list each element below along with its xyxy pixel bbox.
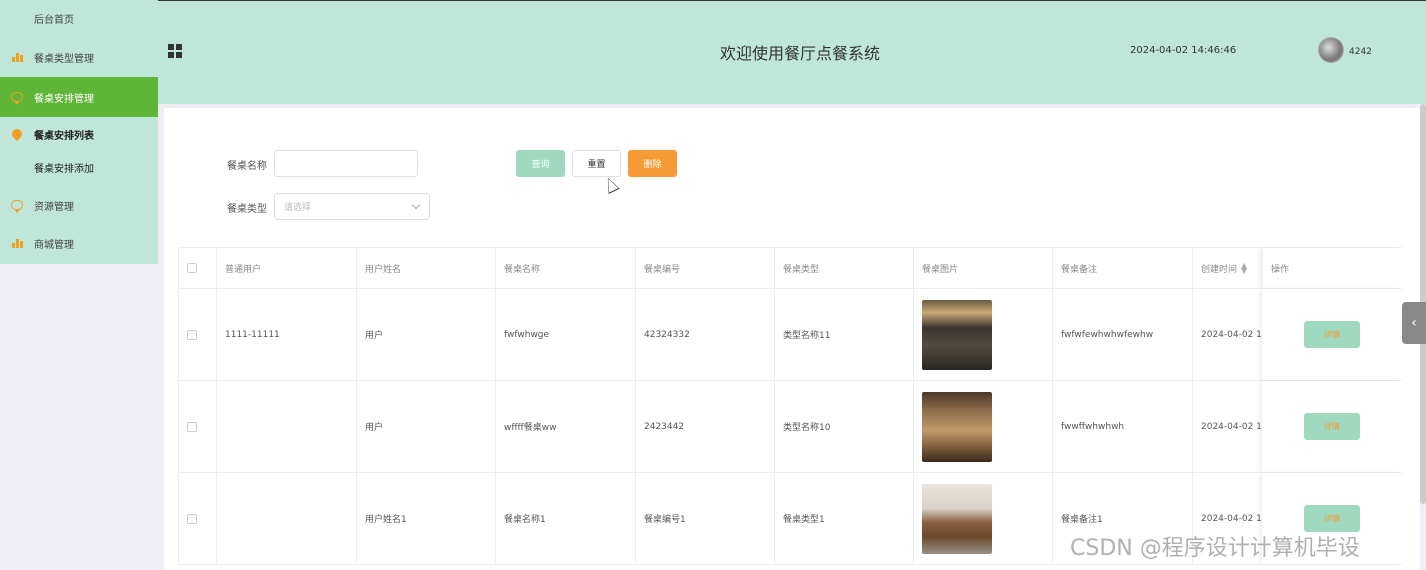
bar-chart-icon: [10, 236, 24, 250]
detail-button[interactable]: 详情: [1304, 321, 1360, 348]
chevron-left-icon: ‹: [1411, 315, 1417, 331]
sidebar-item-label: 餐桌类型管理: [34, 53, 94, 65]
watermark: CSDN @程序设计计算机毕设: [1070, 536, 1360, 561]
detail-button[interactable]: 详情: [1304, 413, 1360, 440]
select-all-checkbox[interactable]: [187, 263, 197, 273]
cell-user: 1111-11111: [216, 289, 356, 380]
table-row: 用户 wffff餐桌ww 2423442 类型名称10 fwwffwhwhwh …: [178, 381, 1402, 473]
bar-chart-icon: [10, 50, 24, 64]
table-type-select[interactable]: 请选择: [274, 193, 430, 220]
cell-table-name: fwfwhwge: [495, 289, 635, 380]
sidebar-item-label: 商城管理: [34, 239, 74, 251]
cell-table-type: 类型名称10: [774, 381, 913, 472]
cell-name: 用户姓名1: [356, 473, 495, 564]
cell-created: 2024-04-02 14: [1192, 289, 1262, 380]
select-all-cell: [178, 248, 216, 288]
sidebar-item-arrangement-add[interactable]: 餐桌安排添加: [0, 150, 158, 184]
sidebar-item-arrangement-list[interactable]: 餐桌安排列表: [0, 118, 158, 150]
column-header: 餐桌编号: [635, 248, 774, 288]
cell-image: [913, 289, 1052, 380]
sidebar-item-label: 餐桌安排添加: [34, 163, 94, 175]
column-header: 餐桌名称: [495, 248, 635, 288]
table-header-row: 普通用户 用户姓名 餐桌名称 餐桌编号 餐桌类型 餐桌图片 餐桌备注 创建时间 ▲…: [178, 247, 1402, 289]
column-header: 餐桌类型: [774, 248, 913, 288]
delete-button[interactable]: 删除: [628, 150, 677, 177]
chat-bubble-icon: [10, 90, 24, 105]
sidebar-item-label: 后台首页: [34, 14, 74, 26]
restaurant-image[interactable]: [922, 299, 992, 370]
row-checkbox[interactable]: [187, 421, 197, 432]
cell-table-name: 餐桌名称1: [495, 473, 635, 564]
restaurant-image[interactable]: [922, 483, 992, 554]
username[interactable]: 4242: [1349, 47, 1372, 57]
column-header: 餐桌图片: [913, 248, 1052, 288]
checkbox-cell: [178, 289, 216, 380]
page-title: 欢迎使用餐厅点餐系统: [719, 44, 880, 63]
cell-user: [216, 381, 356, 472]
sort-icon[interactable]: ▲ ▼: [1241, 262, 1247, 275]
cell-remark: fwwffwhwhwh: [1052, 381, 1192, 472]
row-checkbox[interactable]: [187, 329, 197, 340]
cell-image: [913, 381, 1052, 472]
checkbox-cell: [178, 381, 216, 472]
cell-created: 2024-04-02 14: [1192, 381, 1262, 472]
column-header: 餐桌备注: [1052, 248, 1192, 288]
table-row: 1111-11111 用户 fwfwhwge 42324332 类型名称11 f…: [178, 289, 1402, 381]
table-name-label: 餐桌名称: [227, 161, 267, 172]
query-button[interactable]: 查询: [516, 150, 565, 177]
operation-column: 操作: [1262, 248, 1402, 288]
column-header: 普通用户: [216, 248, 356, 288]
cell-remark: fwfwfewhwhwfewhw: [1052, 289, 1192, 380]
checkbox-cell: [178, 473, 216, 564]
grid-menu-icon[interactable]: [168, 44, 182, 58]
operation-cell: 详情: [1262, 289, 1402, 380]
collapse-tab[interactable]: ‹: [1402, 302, 1426, 344]
cell-table-no: 餐桌编号1: [635, 473, 774, 564]
table-name-input[interactable]: [274, 150, 418, 177]
avatar[interactable]: [1318, 37, 1344, 63]
cell-table-type: 餐桌类型1: [774, 473, 913, 564]
cell-table-no: 2423442: [635, 381, 774, 472]
column-header: 操作: [1262, 248, 1402, 288]
operation-cell: 详情: [1262, 381, 1402, 472]
cell-user: [216, 473, 356, 564]
cell-table-type: 类型名称11: [774, 289, 913, 380]
column-header: 创建时间: [1201, 264, 1238, 275]
sidebar-item-table-arrangement[interactable]: 餐桌安排管理: [0, 77, 158, 117]
sidebar-item-table-types[interactable]: 餐桌类型管理: [0, 38, 158, 76]
sidebar: 后台首页 餐桌类型管理 餐桌安排管理 餐桌安排列表 餐桌安排添加 资源管理 商城…: [0, 0, 158, 264]
column-header: 用户姓名: [356, 248, 495, 288]
detail-button[interactable]: 详情: [1304, 505, 1360, 532]
sidebar-item-resources[interactable]: 资源管理: [0, 186, 158, 224]
current-datetime: 2024-04-02 14:46:46: [1130, 45, 1237, 56]
sidebar-item-home[interactable]: 后台首页: [0, 0, 158, 36]
sidebar-item-label: 餐桌安排列表: [34, 130, 94, 142]
cell-table-no: 42324332: [635, 289, 774, 380]
sidebar-item-label: 资源管理: [34, 201, 74, 213]
created-time-header[interactable]: 创建时间 ▲ ▼: [1192, 248, 1262, 288]
select-placeholder: 请选择: [284, 203, 312, 213]
cell-name: 用户: [356, 381, 495, 472]
cell-name: 用户: [356, 289, 495, 380]
row-checkbox[interactable]: [187, 513, 197, 524]
table-type-label: 餐桌类型: [227, 204, 267, 215]
reset-button[interactable]: 重置: [572, 150, 621, 177]
location-pin-icon: [9, 126, 25, 142]
sidebar-item-mall[interactable]: 商城管理: [0, 224, 158, 262]
sidebar-item-label: 餐桌安排管理: [34, 93, 94, 105]
cell-image: [913, 473, 1052, 564]
chat-bubble-icon: [10, 198, 24, 213]
cell-table-name: wffff餐桌ww: [495, 381, 635, 472]
chevron-down-icon: [411, 200, 421, 210]
restaurant-image[interactable]: [922, 391, 992, 462]
